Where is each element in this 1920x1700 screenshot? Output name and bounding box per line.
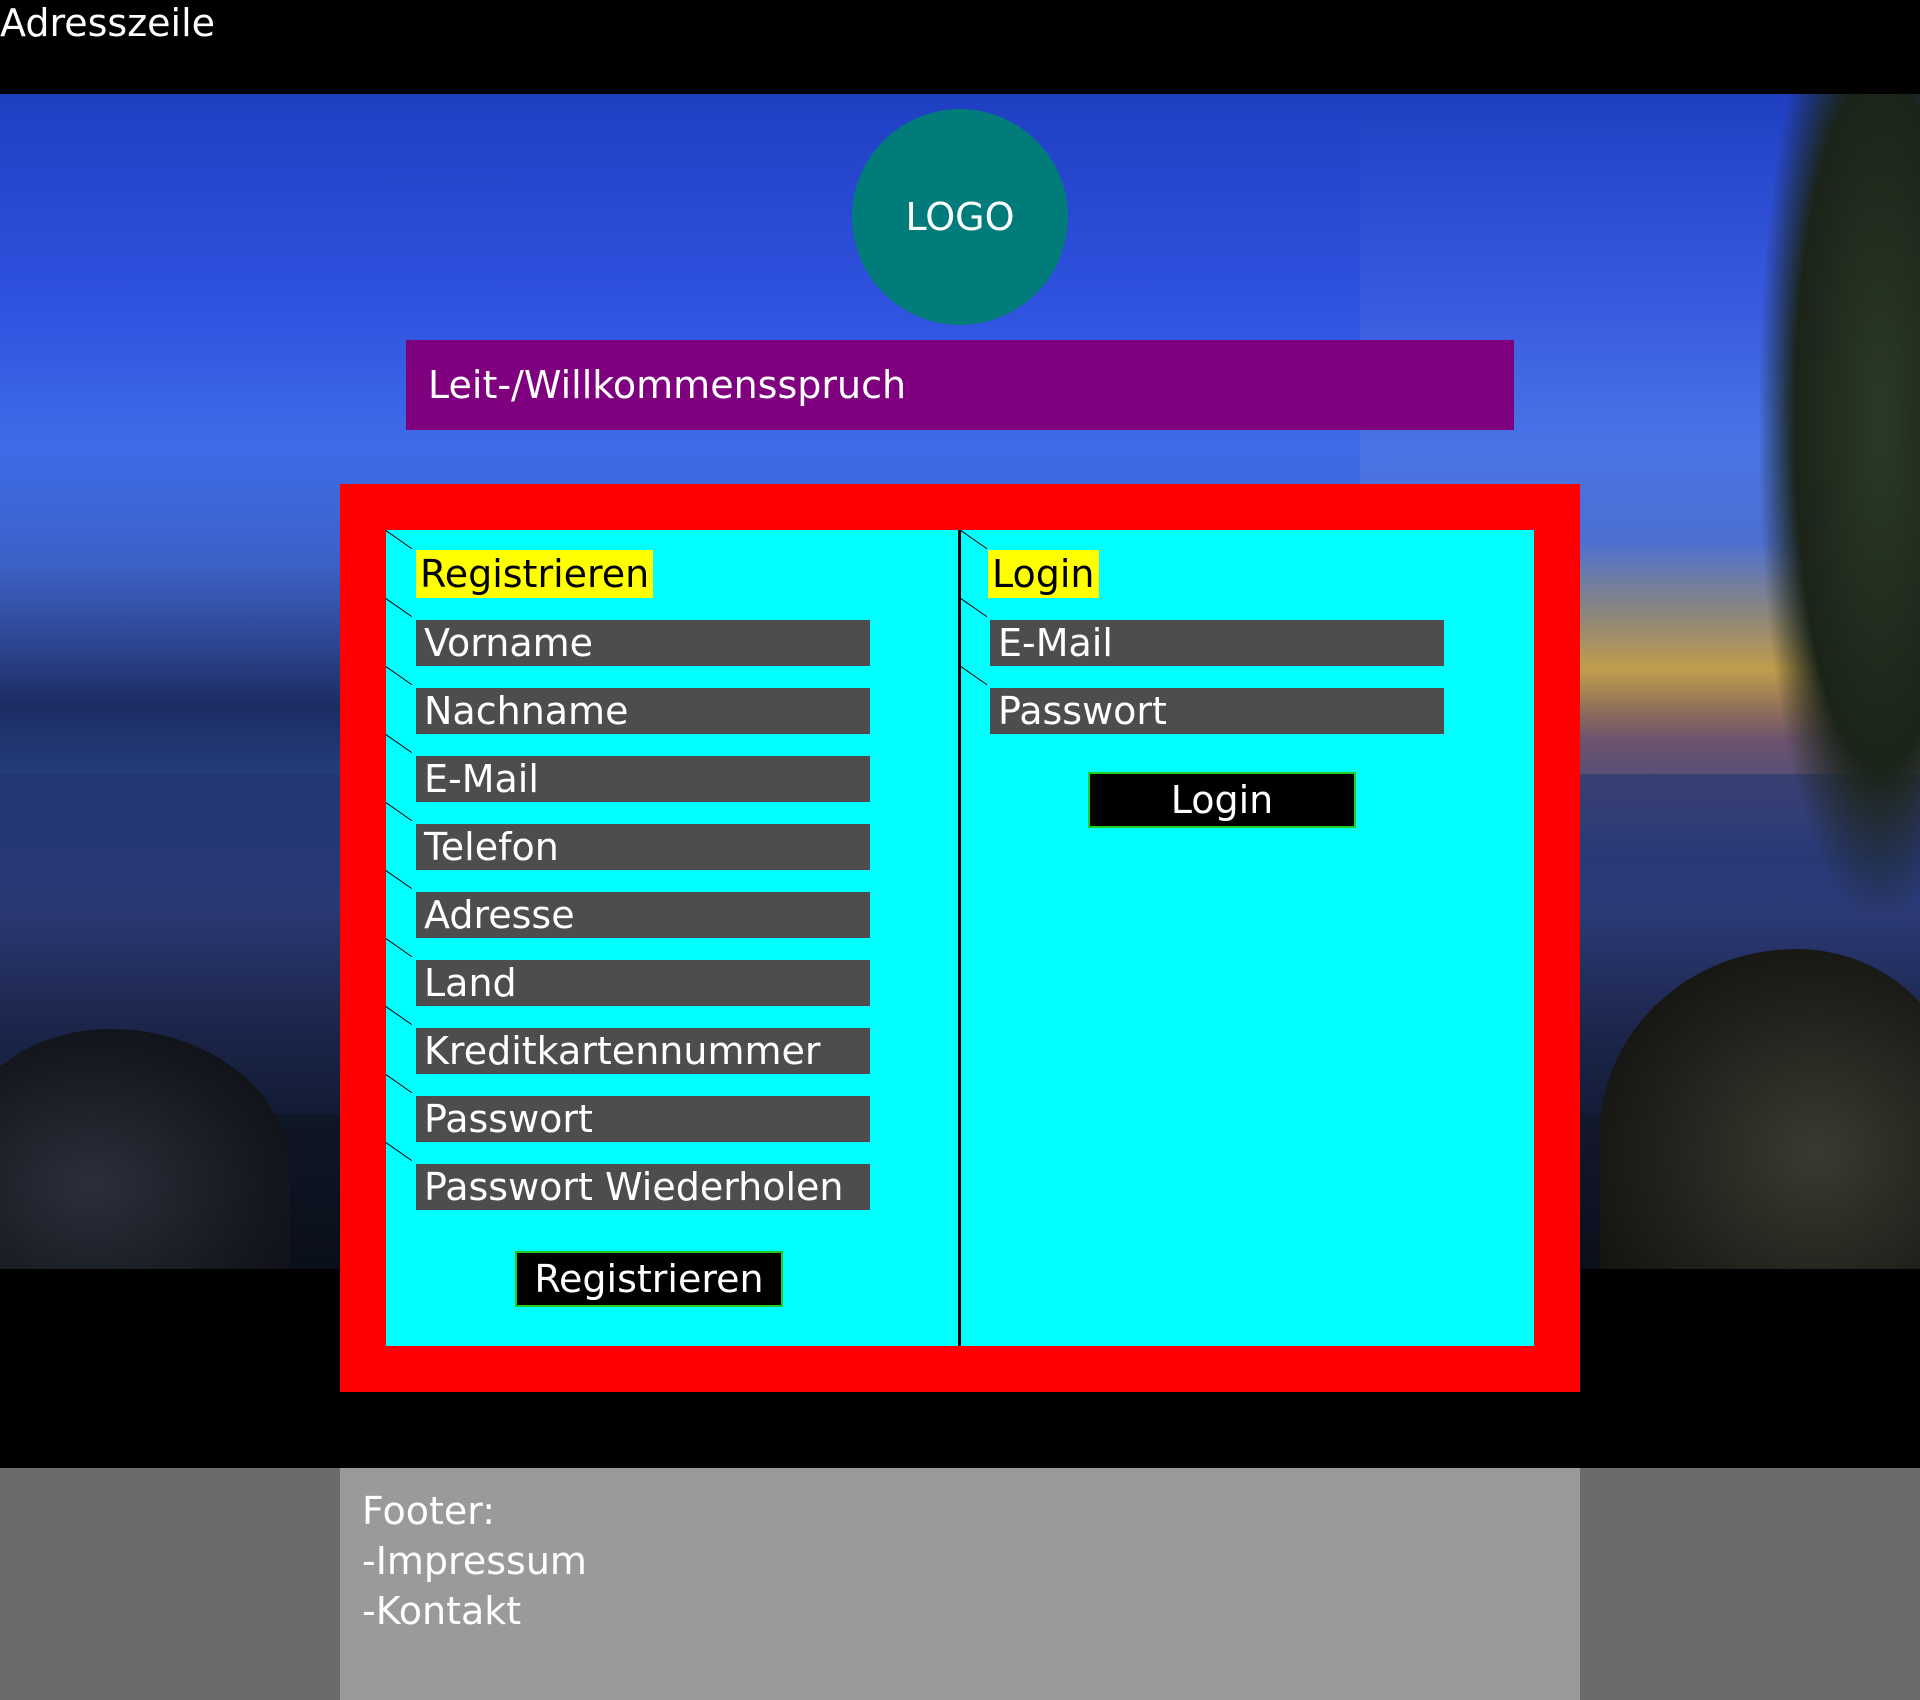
divider-tick bbox=[385, 1006, 413, 1026]
address-bar-text: Adresszeile bbox=[0, 1, 216, 45]
login-button[interactable]: Login bbox=[1088, 772, 1356, 828]
address-bar[interactable]: Adresszeile bbox=[0, 0, 1920, 94]
logo[interactable]: LOGO bbox=[852, 109, 1068, 325]
divider-tick bbox=[385, 870, 413, 890]
tree-silhouette bbox=[1760, 94, 1920, 914]
divider-tick bbox=[385, 666, 413, 686]
login-password-field[interactable]: Passwort bbox=[990, 688, 1444, 734]
register-column: Registrieren Vorname Nachname E-Mail Tel… bbox=[385, 530, 958, 1346]
slogan-text: Leit-/Willkommensspruch bbox=[428, 363, 907, 407]
divider-tick bbox=[960, 530, 988, 550]
divider-tick bbox=[385, 802, 413, 822]
address-field[interactable]: Adresse bbox=[416, 892, 870, 938]
divider-tick bbox=[960, 598, 988, 618]
welcome-slogan: Leit-/Willkommensspruch bbox=[406, 340, 1514, 430]
divider-tick bbox=[385, 598, 413, 618]
divider-tick bbox=[385, 734, 413, 754]
lastname-field[interactable]: Nachname bbox=[416, 688, 870, 734]
register-title: Registrieren bbox=[416, 550, 654, 598]
country-field[interactable]: Land bbox=[416, 960, 870, 1006]
divider-tick bbox=[385, 1142, 413, 1162]
divider-tick bbox=[960, 666, 988, 686]
divider-tick bbox=[385, 938, 413, 958]
register-email-field[interactable]: E-Mail bbox=[416, 756, 870, 802]
footer-heading: Footer: bbox=[362, 1489, 496, 1533]
footer-link-impressum[interactable]: -Impressum bbox=[362, 1536, 1558, 1586]
form-panel: Registrieren Vorname Nachname E-Mail Tel… bbox=[385, 530, 1534, 1346]
footer-link-kontakt[interactable]: -Kontakt bbox=[362, 1586, 1558, 1636]
creditcard-field[interactable]: Kreditkartennummer bbox=[416, 1028, 870, 1074]
password-repeat-field[interactable]: Passwort Wiederholen bbox=[416, 1164, 870, 1210]
form-frame: Registrieren Vorname Nachname E-Mail Tel… bbox=[340, 484, 1580, 1392]
divider-tick bbox=[385, 1074, 413, 1094]
login-email-field[interactable]: E-Mail bbox=[990, 620, 1444, 666]
footer: Footer: -Impressum -Kontakt bbox=[340, 1468, 1580, 1700]
logo-text: LOGO bbox=[905, 195, 1015, 239]
divider-tick bbox=[385, 530, 413, 550]
register-button[interactable]: Registrieren bbox=[515, 1251, 783, 1307]
login-title: Login bbox=[988, 550, 1099, 598]
firstname-field[interactable]: Vorname bbox=[416, 620, 870, 666]
register-password-field[interactable]: Passwort bbox=[416, 1096, 870, 1142]
login-column: Login E-Mail Passwort Login bbox=[960, 530, 1534, 1346]
phone-field[interactable]: Telefon bbox=[416, 824, 870, 870]
